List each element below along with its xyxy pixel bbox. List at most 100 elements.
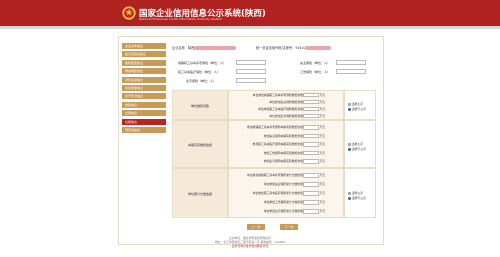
row-label: 参加城镇职工基本养老保险本期实际缴费金额 — [247, 125, 303, 130]
table-row: 单位参加生育保险累计欠缴金额 万元 — [229, 208, 345, 215]
sidebar-item-websites[interactable]: 网站网店信息 — [122, 68, 166, 75]
pension-count-label: 城镇职工基本养老保险（单位：人） — [178, 61, 227, 65]
row-label: 参加工伤保险本期实际缴费金额 — [263, 150, 303, 155]
table-row: 单位参加城镇职工基本养老保险累计欠缴金额 万元 — [229, 172, 345, 179]
sidebar-item-preview-submit[interactable]: 预览并提交 — [122, 126, 166, 133]
injury-count-label: 工伤保险（单位：人） — [300, 70, 331, 74]
unemployment-count-label: 失业保险（单位：人） — [300, 61, 331, 65]
national-emblem-icon — [122, 6, 136, 20]
unit-label: 万元 — [319, 106, 325, 111]
publicity-option-hide[interactable]: 选择不公示 — [348, 196, 366, 200]
pension-count-input[interactable] — [236, 60, 266, 65]
radio-label: 选择公示 — [352, 142, 364, 146]
table-row: 单位参加失业保险累计欠缴金额 万元 — [229, 181, 345, 188]
radio-label: 选择公示 — [352, 191, 364, 195]
radio-label: 选择公示 — [352, 102, 364, 106]
section-actual-payment: 本期实际缴费金额 — [172, 120, 228, 168]
sidebar-item-guarantee[interactable]: 对外担保信息 — [122, 84, 166, 91]
sidebar-item-shareholders[interactable]: 股东及出资信息 — [122, 51, 166, 58]
unit-label: 万元 — [319, 209, 325, 214]
section-accumulated-arrears-body: 单位参加城镇职工基本养老保险累计欠缴金额 万元 单位参加失业保险累计欠缴金额 万元 … — [228, 168, 344, 218]
site-province: (陕西) — [241, 9, 266, 19]
company-name-line: 企业名称：陕西 — [172, 45, 237, 50]
company-name-label: 企业名称： — [172, 46, 188, 50]
row-label: 单位参加城镇职工基本养老保险缴费基数 — [252, 92, 303, 97]
row-label: 单位参加生育保险累计欠缴金额 — [263, 209, 303, 214]
radio-label: 选择不公示 — [352, 107, 366, 111]
redacted-company-name — [194, 46, 237, 50]
table-row: 单位参加工伤保险累计欠缴金额 万元 — [229, 199, 345, 206]
site-subtitle: National Enterprise Credit Information P… — [139, 17, 222, 21]
sidebar-item-basic-info[interactable]: 企业基本信息 — [122, 43, 166, 49]
amount-input[interactable] — [303, 125, 319, 130]
amount-input[interactable] — [303, 142, 319, 147]
maternity-count-label: 生育保险（单位：人） — [186, 79, 217, 83]
publicity-option-show[interactable]: 选择公示 — [348, 191, 363, 195]
row-label: 单位参加职工基本医疗保险累计欠缴金额 — [252, 191, 303, 196]
unit-label: 万元 — [319, 182, 325, 187]
maternity-count-input[interactable] — [236, 78, 266, 83]
amount-input[interactable] — [303, 209, 319, 214]
injury-count-input[interactable] — [336, 69, 366, 74]
sidebar-item-party[interactable]: 党建信息 — [122, 101, 166, 108]
row-label: 参加失业保险本期实际缴费金额 — [263, 133, 303, 138]
amount-input[interactable] — [303, 200, 319, 205]
table-row: 单位参加职工基本医疗保险缴费基数 万元 — [229, 106, 345, 113]
amount-input[interactable] — [303, 92, 319, 97]
credit-code-value: 91610 — [295, 46, 306, 50]
row-label: 单位参加失业保险缴费基数 — [269, 99, 303, 104]
section-actual-payment-body: 参加城镇职工基本养老保险本期实际缴费金额 万元 参加失业保险本期实际缴费金额 万元 … — [228, 120, 344, 168]
credit-code-line: 统一社会信用代码/注册号：91610 — [256, 45, 332, 50]
footer-support-link[interactable]: 业务咨询与技术支持联系方式 — [0, 244, 500, 248]
radio-icon[interactable] — [348, 196, 351, 200]
amount-input[interactable] — [303, 133, 319, 138]
sidebar-item-investment[interactable]: 对外投资信息 — [122, 76, 166, 83]
row-label: 单位参加生育保险缴费基数 — [269, 113, 303, 118]
publicity-option-hide[interactable]: 选择不公示 — [348, 107, 366, 111]
header-divider — [0, 26, 500, 29]
amount-input[interactable] — [303, 159, 319, 164]
site-footer: 主办单位：国家市场监督管理总局 地址：北京市西城区三里河东路八号 邮政编码：10… — [0, 236, 500, 248]
unit-label: 万元 — [319, 133, 325, 138]
amount-input[interactable] — [303, 191, 319, 196]
amount-input[interactable] — [303, 113, 319, 118]
radio-icon[interactable] — [348, 142, 351, 146]
radio-icon[interactable] — [348, 107, 351, 111]
sidebar-item-social-security-a[interactable]: 社保信息 — [122, 110, 166, 117]
radio-label: 选择不公示 — [352, 196, 366, 200]
medical-count-input[interactable] — [236, 69, 266, 74]
row-label: 单位参加工伤保险累计欠缴金额 — [263, 200, 303, 205]
section-contribution-base-publicity: 选择公示 选择不公示 — [344, 90, 376, 120]
unit-label: 万元 — [319, 113, 325, 118]
amount-input[interactable] — [303, 150, 319, 155]
sidebar-item-social-security[interactable]: 社保信息 — [122, 118, 166, 125]
radio-icon[interactable] — [348, 147, 351, 151]
unit-label: 万元 — [319, 191, 325, 196]
table-row: 参加城镇职工基本养老保险本期实际缴费金额 万元 — [229, 124, 345, 131]
next-step-button[interactable]: 下一步 — [280, 224, 298, 230]
radio-label: 选择不公示 — [352, 147, 366, 151]
section-contribution-base-body: 单位参加城镇职工基本养老保险缴费基数万元 单位参加失业保险缴费基数万元 单位参加… — [228, 90, 344, 120]
table-row: 参加职工基本医疗保险本期实际缴费金额 万元 — [229, 141, 345, 148]
sidebar-item-assets[interactable]: 资产状况信息 — [122, 93, 166, 100]
table-row: 单位参加生育保险缴费基数 万元 — [229, 113, 345, 120]
publicity-option-hide[interactable]: 选择不公示 — [348, 147, 366, 151]
row-label: 单位参加失业保险累计欠缴金额 — [263, 182, 303, 187]
site-header: 国家企业信用信息公示系统(陕西) National Enterprise Cre… — [0, 0, 500, 26]
publicity-option-show[interactable]: 选择公示 — [348, 102, 363, 106]
prev-step-button[interactable]: 上一步 — [247, 224, 265, 230]
amount-input[interactable] — [303, 106, 319, 111]
amount-input[interactable] — [303, 182, 319, 187]
amount-input[interactable] — [303, 173, 319, 178]
sidebar-item-equity-change[interactable]: 股权变更信息 — [122, 59, 166, 66]
table-row: 参加失业保险本期实际缴费金额 万元 — [229, 133, 345, 140]
radio-icon[interactable] — [348, 102, 351, 106]
section-actual-payment-publicity: 选择公示 选择不公示 — [344, 120, 376, 168]
table-row: 参加生育保险本期实际缴费金额 万元 — [229, 158, 345, 165]
row-label: 单位参加职工基本医疗保险缴费基数 — [258, 106, 303, 111]
amount-input[interactable] — [303, 99, 319, 104]
unemployment-count-input[interactable] — [336, 60, 366, 65]
unit-label: 万元 — [319, 142, 325, 147]
publicity-option-show[interactable]: 选择公示 — [348, 142, 363, 146]
radio-icon[interactable] — [348, 191, 351, 195]
